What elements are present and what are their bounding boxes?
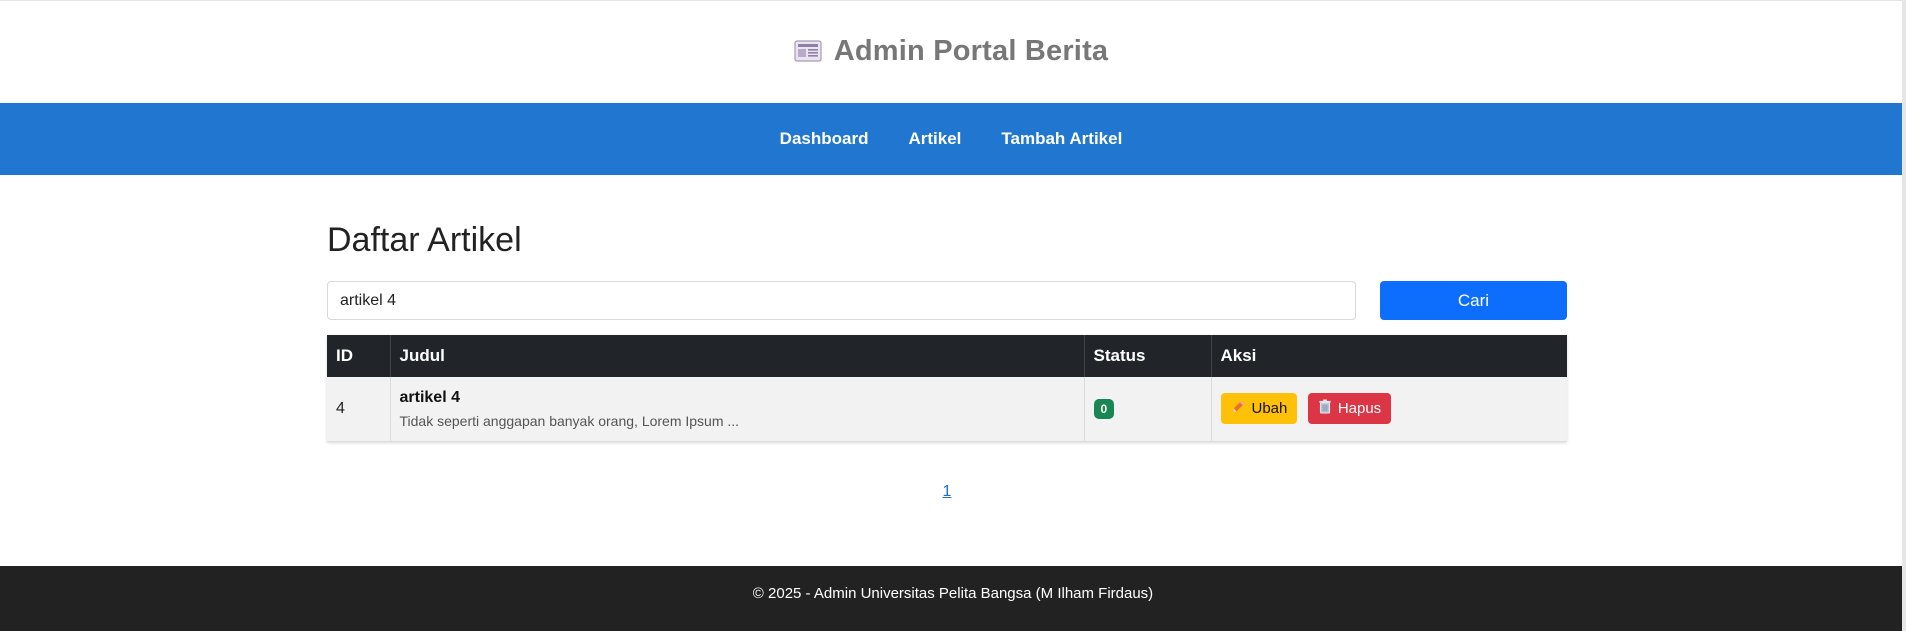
cell-status: 0 xyxy=(1084,377,1212,442)
column-header-judul: Judul xyxy=(390,335,1085,377)
table-header: ID Judul Status Aksi xyxy=(327,335,1567,377)
page-scrollbar[interactable] xyxy=(1902,0,1906,631)
status-badge: 0 xyxy=(1093,398,1115,419)
trash-icon xyxy=(1318,399,1332,418)
header-brand: Admin Portal Berita xyxy=(794,35,1109,68)
nav-link-tambah-artikel[interactable]: Tambah Artikel xyxy=(1001,129,1122,149)
articles-table-wrapper: ID Judul Status Aksi 4 artikel 4 Tidak s… xyxy=(327,335,1567,442)
column-header-aksi: Aksi xyxy=(1211,335,1567,377)
newspaper-icon xyxy=(794,39,822,63)
edit-button[interactable]: Ubah xyxy=(1220,393,1298,425)
cell-judul: artikel 4 Tidak seperti anggapan banyak … xyxy=(390,377,1085,442)
article-title: artikel 4 xyxy=(399,388,460,406)
article-excerpt: Tidak seperti anggapan banyak orang, Lor… xyxy=(399,412,740,429)
main-navbar: Dashboard Artikel Tambah Artikel xyxy=(0,103,1902,175)
pagination-page-1[interactable]: 1 xyxy=(943,483,952,500)
pencil-icon xyxy=(1231,399,1246,418)
main-content: Daftar Artikel Cari ID Judul Status xyxy=(327,175,1567,500)
articles-table: ID Judul Status Aksi 4 artikel 4 Tidak s… xyxy=(327,335,1567,442)
edit-button-label: Ubah xyxy=(1251,400,1288,418)
nav-link-artikel[interactable]: Artikel xyxy=(908,129,961,149)
search-form: Cari xyxy=(327,281,1567,320)
delete-button-label: Hapus xyxy=(1337,400,1382,418)
page: Admin Portal Berita Dashboard Artikel Ta… xyxy=(0,0,1906,631)
pagination: 1 xyxy=(327,483,1567,501)
search-input[interactable] xyxy=(327,281,1356,320)
search-button[interactable]: Cari xyxy=(1380,281,1567,320)
column-header-status: Status xyxy=(1084,335,1212,377)
site-title: Admin Portal Berita xyxy=(833,34,1109,67)
column-header-id: ID xyxy=(327,335,391,377)
page-title: Daftar Artikel xyxy=(327,221,522,259)
cell-aksi: Ubah Hapus xyxy=(1211,377,1567,442)
nav-link-dashboard[interactable]: Dashboard xyxy=(780,129,869,149)
cell-id: 4 xyxy=(327,377,391,442)
delete-button[interactable]: Hapus xyxy=(1307,393,1392,425)
table-row: 4 artikel 4 Tidak seperti anggapan banya… xyxy=(327,377,1567,442)
site-footer: © 2025 - Admin Universitas Pelita Bangsa… xyxy=(0,566,1906,631)
footer-copyright: © 2025 - Admin Universitas Pelita Bangsa… xyxy=(752,585,1154,602)
site-header: Admin Portal Berita xyxy=(0,0,1902,102)
